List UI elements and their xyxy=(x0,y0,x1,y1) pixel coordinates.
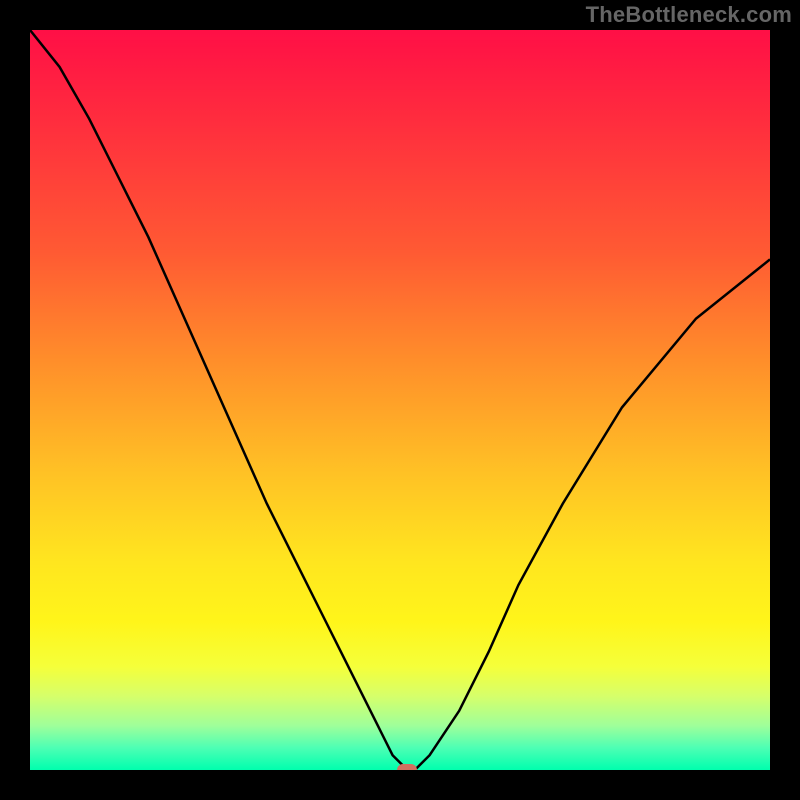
bottleneck-curve xyxy=(30,30,770,770)
chart-frame: TheBottleneck.com xyxy=(0,0,800,800)
optimal-marker xyxy=(397,764,417,770)
plot-area xyxy=(30,30,770,770)
watermark-text: TheBottleneck.com xyxy=(586,2,792,28)
